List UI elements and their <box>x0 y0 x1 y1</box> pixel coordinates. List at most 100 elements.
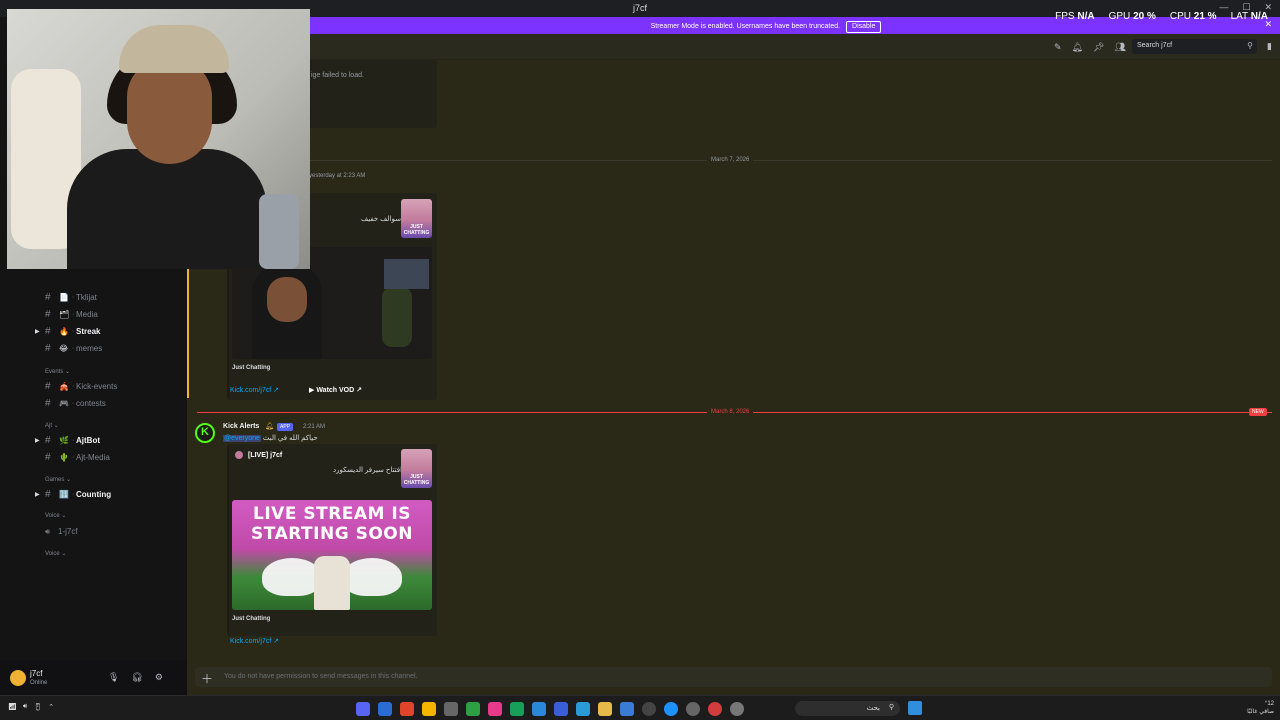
search-input[interactable]: Search j7cf ⚲ <box>1132 39 1257 54</box>
files-icon[interactable] <box>444 702 458 716</box>
channel-kick-events[interactable]: # 🎪 · Kick-events <box>0 379 187 394</box>
message-list: ige failed to load. March 7, 2026 yester… <box>187 60 1280 660</box>
search-icon: ⚲ <box>1247 41 1253 50</box>
threads-icon[interactable]: ✎ <box>1054 42 1062 53</box>
chevron-right-icon[interactable]: ▶ <box>35 437 40 444</box>
start-icon[interactable] <box>908 701 922 715</box>
outlook-icon[interactable] <box>620 702 634 716</box>
chevron-right-icon[interactable]: ▶ <box>35 491 40 498</box>
channel-emoji: 🎮 <box>59 399 69 408</box>
live-description: افتتاح سيرفر الديسكورد <box>333 467 403 474</box>
avatar[interactable] <box>10 670 26 686</box>
edge-icon[interactable] <box>532 702 546 716</box>
channel-media[interactable]: # 🗂 · Media <box>0 307 187 322</box>
channel-ajt-media[interactable]: # 🌵 · Ajt-Media <box>0 450 187 465</box>
performance-overlay: FPS N/A GPU 20 % CPU 21 % LAT N/A <box>1055 11 1268 22</box>
kick-link[interactable]: Kick.com/j7cf ↗ <box>230 637 279 645</box>
category-header[interactable]: Voice ⌄ <box>45 512 66 519</box>
system-tray-left: 📶︎ 🔊︎ 🔋︎ ⌃ <box>8 703 54 711</box>
chrome-icon[interactable] <box>422 702 436 716</box>
voice-channel[interactable]: 🔊︎ 1-j7cf <box>0 524 187 539</box>
hash-icon: # <box>45 398 51 409</box>
members-icon[interactable]: 👥︎ <box>1114 42 1125 53</box>
hash-icon: # <box>45 452 51 463</box>
teams-icon[interactable] <box>554 702 568 716</box>
category-header[interactable]: Ajt ⌄ <box>45 422 59 429</box>
watch-vod-button[interactable]: ▶ Watch VOD ↗ <box>309 386 362 394</box>
channel-ajtbot[interactable]: ▶ # 🌿 · AjtBot <box>0 433 187 448</box>
battery-icon[interactable]: 🔋︎ <box>33 703 42 711</box>
channel-contests[interactable]: # 🎮 · contests <box>0 396 187 411</box>
app-icon[interactable] <box>664 702 678 716</box>
date-divider-label: March 7, 2026 <box>707 157 754 163</box>
bot-timestamp: 2:21 AM <box>303 424 326 430</box>
volume-icon[interactable]: 🔊︎ <box>23 703 27 711</box>
clock[interactable]: °12 صافي غالبًا <box>1247 700 1274 716</box>
bot-avatar[interactable]: K <box>195 423 215 443</box>
header-icons: ✎ 🔔︎ 📌︎ 👥︎ <box>1054 42 1126 53</box>
hash-icon: # <box>45 343 51 354</box>
live-preview-image[interactable]: LIVE STREAM IS STARTING SOON <box>232 500 432 610</box>
channel-label: Ajt-Media <box>76 453 110 462</box>
user-controls: 🎙︎ 🎧︎ ⚙ <box>108 672 163 683</box>
live-embed-card: [LIVE] j7cf افتتاح سيرفر الديسكورد JUST … <box>227 444 437 636</box>
chevron-up-icon[interactable]: ⌃ <box>48 703 54 711</box>
embed-game: Just Chatting <box>232 616 271 622</box>
channel-memes[interactable]: # 😂 · memes <box>0 341 187 356</box>
taskbar-apps <box>356 702 744 716</box>
everyone-mention[interactable]: @everyone <box>223 435 261 442</box>
kick-link[interactable]: Kick.com/j7cf ↗ <box>230 386 279 394</box>
headphones-icon[interactable]: 🎧︎ <box>131 672 142 683</box>
user-status: Online <box>30 680 48 686</box>
category-header[interactable]: Events ⌄ <box>45 368 70 375</box>
live-title[interactable]: [LIVE] j7cf <box>248 452 282 459</box>
obs-icon[interactable] <box>642 702 656 716</box>
xbox-icon[interactable] <box>510 702 524 716</box>
chevron-right-icon[interactable]: ▶ <box>35 328 40 335</box>
highlight-accent <box>187 260 189 398</box>
webcam-overlay <box>7 9 310 269</box>
excel-icon[interactable] <box>466 702 480 716</box>
gear-icon[interactable]: ⚙ <box>155 672 163 683</box>
category-header[interactable]: Voice ⌄ <box>45 550 66 557</box>
user-panel: j7cf Online 🎙︎ 🎧︎ ⚙ <box>0 660 187 695</box>
channel-label: contests <box>76 399 106 408</box>
inbox-icon[interactable]: ▮ <box>1267 41 1272 52</box>
voice-channel-label: 1-j7cf <box>58 527 78 536</box>
bell-icon[interactable]: 🔔︎ <box>1072 42 1083 53</box>
category-header[interactable]: Games ⌄ <box>45 476 71 483</box>
discord-icon[interactable] <box>356 702 370 716</box>
folder-icon[interactable] <box>598 702 612 716</box>
composer-placeholder: You do not have permission to send messa… <box>224 673 418 680</box>
microphone-icon[interactable]: 🎙︎ <box>108 672 119 683</box>
channel-header: ✎ 🔔︎ 📌︎ 👥︎ Search j7cf ⚲ ▮ <box>310 34 1280 60</box>
hash-icon: # <box>45 326 51 337</box>
window-icon[interactable] <box>730 702 744 716</box>
taskbar: 📶︎ 🔊︎ 🔋︎ ⌃ بحث ⚲ °12 صافي غالبًا <box>0 695 1280 720</box>
embed-game: Just Chatting <box>232 365 271 371</box>
browser-icon[interactable] <box>378 702 392 716</box>
embed-thumbnail: JUST CHATTING <box>401 449 432 488</box>
bot-name[interactable]: Kick Alerts <box>223 423 259 430</box>
record-icon[interactable] <box>708 702 722 716</box>
channel-emoji: 🌿 <box>59 436 69 445</box>
avatar <box>235 451 243 459</box>
taskbar-search[interactable]: بحث ⚲ <box>795 701 900 716</box>
message-composer: ＋ You do not have permission to send mes… <box>187 660 1280 695</box>
disable-streamer-mode-button[interactable]: Disable <box>846 21 882 33</box>
channel-streak[interactable]: ▶ # 🔥 · Streak <box>0 324 187 339</box>
plus-icon[interactable]: ＋ <box>201 670 213 687</box>
channel-emoji: 🌵 <box>59 453 69 462</box>
new-badge: NEW <box>1249 408 1267 416</box>
instagram-icon[interactable] <box>488 702 502 716</box>
channel-label: AjtBot <box>76 436 100 445</box>
channel-tklijat[interactable]: # 📄 · Tklijat <box>0 290 187 305</box>
pin-icon[interactable]: 📌︎ <box>1093 42 1104 53</box>
explorer-icon[interactable] <box>576 702 590 716</box>
hash-icon: # <box>45 309 51 320</box>
settings-icon[interactable] <box>686 702 700 716</box>
wifi-icon[interactable]: 📶︎ <box>8 703 17 711</box>
channel-counting[interactable]: ▶ # 🔢 · Counting <box>0 487 187 502</box>
firefox-icon[interactable] <box>400 702 414 716</box>
channel-label: Media <box>76 310 98 319</box>
